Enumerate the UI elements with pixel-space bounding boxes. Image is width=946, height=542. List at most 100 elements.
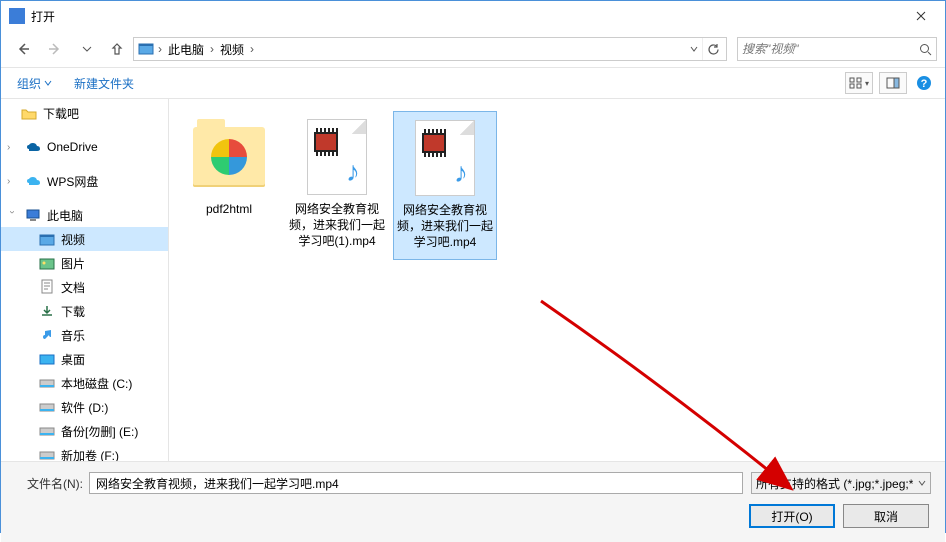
nav-up-button[interactable] bbox=[105, 37, 129, 61]
tree-item-soft-d[interactable]: 软件 (D:) bbox=[1, 395, 168, 419]
nav-recent-button[interactable] bbox=[73, 35, 101, 63]
view-mode-button[interactable]: ▾ bbox=[845, 72, 873, 94]
tree-item-onedrive[interactable]: › OneDrive bbox=[1, 135, 168, 159]
tree-item-music[interactable]: 音乐 bbox=[1, 323, 168, 347]
title-bar: 打开 bbox=[1, 1, 945, 31]
chevron-down-icon bbox=[82, 44, 92, 54]
breadcrumb-pc[interactable]: 此电脑 bbox=[164, 39, 208, 60]
tree-item-pictures[interactable]: 图片 bbox=[1, 251, 168, 275]
toolbar: 组织 新建文件夹 ▾ ? bbox=[1, 67, 945, 99]
tree-item-download-ba[interactable]: 下载吧 bbox=[1, 101, 168, 125]
organize-menu[interactable]: 组织 bbox=[17, 75, 52, 92]
navigation-tree[interactable]: 下载吧 › OneDrive › WPS网盘 › 此电脑 视频 图片 bbox=[1, 99, 169, 461]
title-left: 打开 bbox=[9, 8, 55, 25]
file-item-video-2[interactable]: ♪ 网络安全教育视频，进来我们一起学习吧.mp4 bbox=[393, 111, 497, 260]
music-folder-icon bbox=[39, 327, 55, 343]
tree-label: WPS网盘 bbox=[47, 173, 98, 190]
tree-label: 文档 bbox=[61, 279, 85, 296]
pictures-folder-icon bbox=[39, 255, 55, 271]
breadcrumb-sep-icon: › bbox=[248, 42, 256, 56]
filename-row: 文件名(N): 所有支持的格式 (*.jpg;*.jpeg;* bbox=[15, 472, 931, 494]
expand-icon[interactable]: › bbox=[7, 142, 17, 153]
refresh-button[interactable] bbox=[702, 38, 724, 60]
close-icon bbox=[916, 11, 926, 21]
filename-label: 文件名(N): bbox=[15, 475, 83, 492]
tree-spacer bbox=[1, 193, 168, 203]
chevron-down-icon bbox=[690, 45, 698, 53]
video-thumbnail: ♪ bbox=[405, 118, 485, 198]
tree-label: OneDrive bbox=[47, 140, 98, 154]
chevron-down-icon bbox=[918, 479, 926, 487]
tree-spacer bbox=[1, 125, 168, 135]
body-area: 下载吧 › OneDrive › WPS网盘 › 此电脑 视频 图片 bbox=[1, 99, 945, 461]
refresh-icon bbox=[707, 43, 720, 56]
close-button[interactable] bbox=[898, 1, 943, 31]
window-title: 打开 bbox=[31, 8, 55, 25]
folder-icon bbox=[21, 105, 37, 121]
search-input[interactable] bbox=[742, 42, 919, 56]
bottom-panel: 文件名(N): 所有支持的格式 (*.jpg;*.jpeg;* 打开(O) 取消 bbox=[1, 461, 945, 542]
filetype-dropdown[interactable]: 所有支持的格式 (*.jpg;*.jpeg;* bbox=[751, 472, 931, 494]
search-icon[interactable] bbox=[919, 43, 932, 56]
tree-item-desktop[interactable]: 桌面 bbox=[1, 347, 168, 371]
tree-item-wps[interactable]: › WPS网盘 bbox=[1, 169, 168, 193]
dropdown-caret-icon: ▾ bbox=[865, 79, 869, 88]
file-list[interactable]: pdf2html ♪ 网络安全教育视频，进来我们一起学习吧(1).mp4 ♪ 网… bbox=[169, 99, 945, 461]
open-button[interactable]: 打开(O) bbox=[749, 504, 835, 528]
folder-thumbnail bbox=[189, 117, 269, 197]
file-item-folder[interactable]: pdf2html bbox=[177, 111, 281, 225]
arrow-up-icon bbox=[110, 42, 124, 56]
cancel-button[interactable]: 取消 bbox=[843, 504, 929, 528]
file-label: 网络安全教育视频，进来我们一起学习吧(1).mp4 bbox=[287, 201, 387, 250]
documents-folder-icon bbox=[39, 279, 55, 295]
nav-bar: › 此电脑 › 视频 › bbox=[1, 31, 945, 67]
disk-icon bbox=[39, 423, 55, 439]
file-item-video-1[interactable]: ♪ 网络安全教育视频，进来我们一起学习吧(1).mp4 bbox=[285, 111, 389, 258]
arrow-right-icon bbox=[47, 41, 63, 57]
tree-label: 下载 bbox=[61, 303, 85, 320]
button-row: 打开(O) 取消 bbox=[15, 504, 931, 528]
tree-label: 备份[勿删] (E:) bbox=[61, 423, 138, 440]
tree-item-backup-e[interactable]: 备份[勿删] (E:) bbox=[1, 419, 168, 443]
preview-pane-icon bbox=[886, 77, 900, 89]
collapse-icon[interactable]: › bbox=[7, 210, 18, 220]
video-thumbnail: ♪ bbox=[297, 117, 377, 197]
address-bar[interactable]: › 此电脑 › 视频 › bbox=[133, 37, 727, 61]
tree-label: 图片 bbox=[61, 255, 85, 272]
tree-item-local-c[interactable]: 本地磁盘 (C:) bbox=[1, 371, 168, 395]
chevron-down-icon bbox=[44, 79, 52, 87]
tree-item-new-vol[interactable]: 新加卷 (F:) bbox=[1, 443, 168, 461]
new-folder-button[interactable]: 新建文件夹 bbox=[74, 75, 134, 92]
tree-label: 下载吧 bbox=[43, 105, 79, 122]
videos-library-icon bbox=[138, 41, 154, 57]
tree-item-video[interactable]: 视频 bbox=[1, 227, 168, 251]
nav-forward-button[interactable] bbox=[41, 35, 69, 63]
organize-label: 组织 bbox=[17, 75, 41, 92]
tree-label: 软件 (D:) bbox=[61, 399, 108, 416]
file-label: 网络安全教育视频，进来我们一起学习吧.mp4 bbox=[396, 202, 494, 251]
arrow-left-icon bbox=[15, 41, 31, 57]
search-box[interactable] bbox=[737, 37, 937, 61]
tree-item-documents[interactable]: 文档 bbox=[1, 275, 168, 299]
address-dropdown[interactable] bbox=[684, 45, 702, 53]
tree-item-downloads[interactable]: 下载 bbox=[1, 299, 168, 323]
disk-icon bbox=[39, 375, 55, 391]
help-icon: ? bbox=[916, 75, 932, 91]
help-button[interactable]: ? bbox=[913, 72, 935, 94]
disk-icon bbox=[39, 447, 55, 461]
tree-item-this-pc[interactable]: › 此电脑 bbox=[1, 203, 168, 227]
file-label: pdf2html bbox=[206, 201, 252, 217]
preview-pane-button[interactable] bbox=[879, 72, 907, 94]
tree-label: 视频 bbox=[61, 231, 85, 248]
nav-back-button[interactable] bbox=[9, 35, 37, 63]
breadcrumb-video[interactable]: 视频 bbox=[216, 39, 248, 60]
video-folder-icon bbox=[39, 231, 55, 247]
filename-input[interactable] bbox=[89, 472, 743, 494]
breadcrumb-sep-icon: › bbox=[208, 42, 216, 56]
onedrive-icon bbox=[25, 139, 41, 155]
tree-label: 音乐 bbox=[61, 327, 85, 344]
app-icon bbox=[9, 8, 25, 24]
expand-icon[interactable]: › bbox=[7, 176, 17, 187]
desktop-icon bbox=[39, 351, 55, 367]
wps-cloud-icon bbox=[25, 173, 41, 189]
